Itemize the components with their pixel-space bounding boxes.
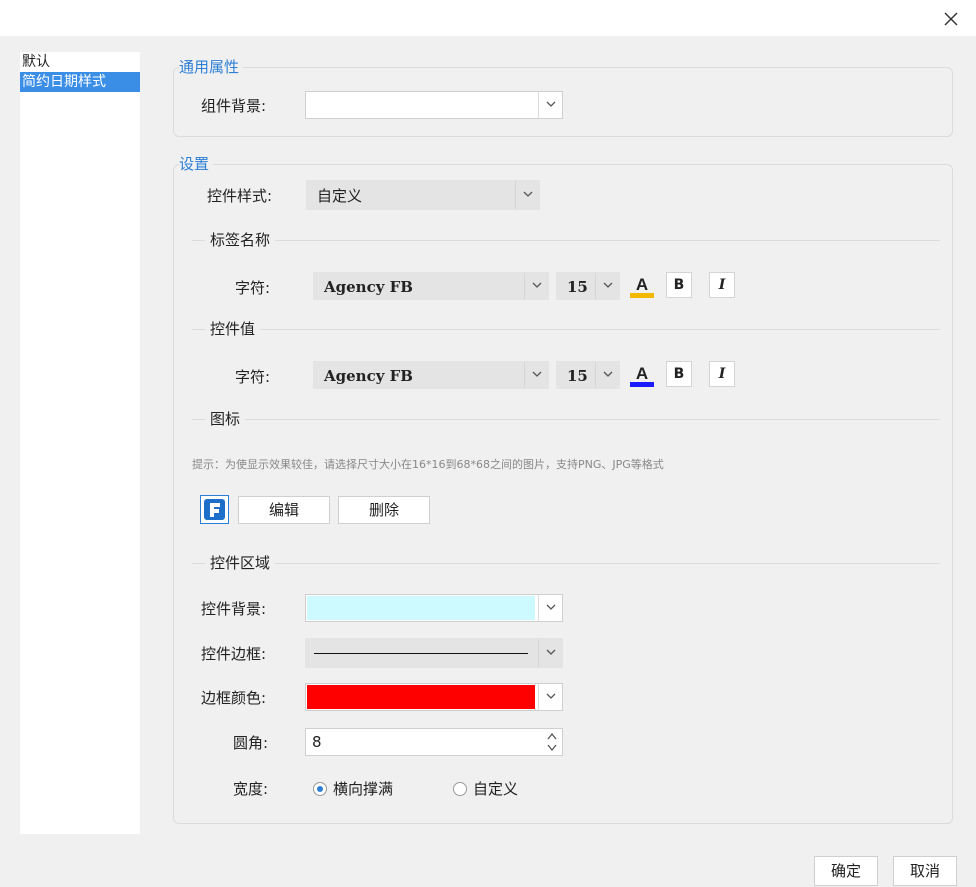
divider bbox=[192, 240, 940, 241]
value-italic-button[interactable]: I bbox=[709, 361, 735, 387]
value-font-value: Agency FB bbox=[324, 367, 413, 385]
chevron-down-icon[interactable] bbox=[538, 639, 562, 667]
divider bbox=[192, 419, 940, 420]
control-value-section-title: 控件值 bbox=[205, 319, 261, 339]
control-border-label: 控件边框: bbox=[201, 645, 267, 663]
chevron-down-icon[interactable] bbox=[524, 273, 548, 299]
component-bg-label: 组件背景: bbox=[201, 97, 267, 115]
tag-font-select[interactable]: Agency FB bbox=[313, 272, 549, 300]
tag-size-select[interactable]: 15 bbox=[556, 272, 620, 300]
font-color-icon: A bbox=[630, 275, 654, 298]
general-group-title: 通用属性 bbox=[179, 57, 244, 77]
component-bg-select[interactable] bbox=[305, 91, 563, 119]
chevron-down-icon[interactable] bbox=[524, 362, 548, 388]
width-label: 宽度: bbox=[233, 780, 269, 798]
control-area-section-title: 控件区域 bbox=[205, 553, 276, 573]
radius-label: 圆角: bbox=[233, 734, 269, 752]
chevron-down-icon[interactable] bbox=[515, 181, 539, 209]
control-style-label: 控件样式: bbox=[207, 187, 273, 205]
width-custom-radio[interactable] bbox=[453, 782, 467, 796]
control-border-select[interactable] bbox=[305, 638, 563, 668]
style-item-simple-date[interactable]: 简约日期样式 bbox=[20, 72, 140, 92]
tag-size-value: 15 bbox=[567, 278, 588, 296]
font-color-icon: A bbox=[630, 364, 654, 387]
divider bbox=[192, 563, 940, 564]
spinner-down-icon[interactable] bbox=[546, 743, 558, 753]
control-bg-swatch bbox=[307, 596, 535, 620]
value-size-value: 15 bbox=[567, 367, 588, 385]
value-bold-button[interactable]: B bbox=[666, 361, 692, 387]
style-list: 默认 简约日期样式 bbox=[20, 52, 140, 834]
border-color-label: 边框颜色: bbox=[201, 689, 267, 707]
control-style-select[interactable]: 自定义 bbox=[306, 180, 540, 210]
settings-group bbox=[173, 164, 953, 824]
title-bar bbox=[0, 0, 976, 36]
radius-spinner[interactable]: 8 bbox=[305, 728, 563, 756]
chevron-down-icon[interactable] bbox=[595, 273, 619, 299]
settings-group-title: 设置 bbox=[179, 154, 214, 174]
chevron-down-icon[interactable] bbox=[595, 362, 619, 388]
control-style-value: 自定义 bbox=[317, 187, 363, 205]
tag-font-color-swatch bbox=[630, 293, 654, 298]
divider bbox=[192, 329, 940, 330]
app-logo-icon bbox=[204, 499, 225, 520]
border-color-swatch bbox=[307, 685, 535, 709]
general-group bbox=[173, 67, 953, 137]
tag-name-section-title: 标签名称 bbox=[205, 230, 276, 250]
chevron-down-icon[interactable] bbox=[538, 595, 562, 621]
width-custom-label[interactable]: 自定义 bbox=[473, 779, 518, 799]
value-font-label: 字符: bbox=[235, 368, 271, 386]
control-bg-label: 控件背景: bbox=[201, 600, 267, 618]
svg-text:A: A bbox=[636, 275, 648, 294]
width-fill-label[interactable]: 横向撑满 bbox=[333, 779, 393, 799]
tag-font-color-button[interactable]: A bbox=[627, 272, 657, 300]
spinner-up-icon[interactable] bbox=[546, 731, 558, 741]
ok-button[interactable]: 确定 bbox=[814, 856, 878, 886]
tag-bold-button[interactable]: B bbox=[666, 272, 692, 298]
edit-icon-button[interactable]: 编辑 bbox=[238, 496, 330, 524]
svg-text:A: A bbox=[636, 364, 648, 383]
tag-font-value: Agency FB bbox=[324, 278, 413, 296]
value-font-color-swatch bbox=[630, 382, 654, 387]
border-line-sample bbox=[314, 653, 528, 654]
width-fill-radio[interactable] bbox=[313, 782, 327, 796]
radius-value: 8 bbox=[312, 733, 322, 751]
chevron-down-icon[interactable] bbox=[538, 92, 562, 118]
tag-italic-button[interactable]: I bbox=[709, 272, 735, 298]
value-font-select[interactable]: Agency FB bbox=[313, 361, 549, 389]
control-bg-select[interactable] bbox=[305, 594, 563, 622]
icon-hint-text: 提示：为使显示效果较佳，请选择尺寸大小在16*16到68*68之间的图片，支持P… bbox=[192, 458, 664, 471]
delete-icon-button[interactable]: 删除 bbox=[338, 496, 430, 524]
cancel-button[interactable]: 取消 bbox=[893, 856, 957, 886]
border-color-select[interactable] bbox=[305, 683, 563, 711]
value-font-color-button[interactable]: A bbox=[627, 361, 657, 389]
icon-section-title: 图标 bbox=[205, 409, 246, 429]
icon-preview bbox=[200, 495, 229, 524]
style-item-default[interactable]: 默认 bbox=[20, 52, 140, 72]
chevron-down-icon[interactable] bbox=[538, 684, 562, 710]
close-icon[interactable] bbox=[940, 8, 962, 30]
value-size-select[interactable]: 15 bbox=[556, 361, 620, 389]
tag-font-label: 字符: bbox=[235, 279, 271, 297]
